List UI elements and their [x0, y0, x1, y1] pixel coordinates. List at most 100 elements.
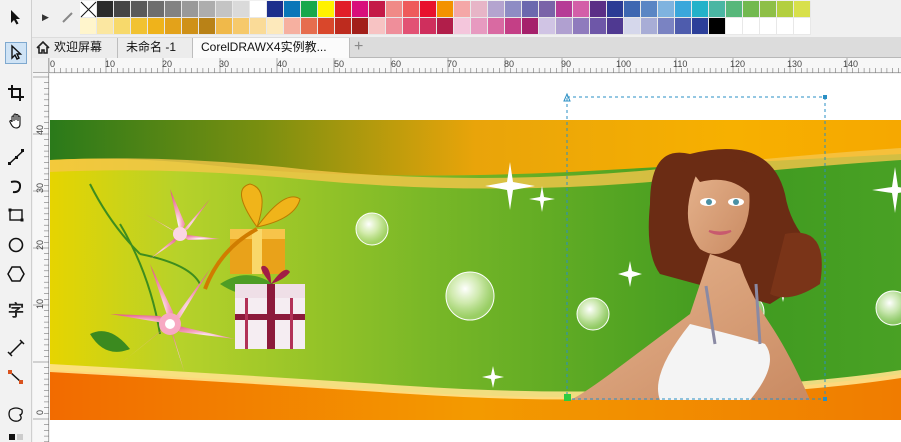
palette-scroll-icon[interactable]: ▶ [42, 12, 49, 23]
color-swatch[interactable] [437, 18, 454, 35]
color-swatch[interactable] [624, 1, 641, 18]
color-swatch[interactable] [471, 1, 488, 18]
color-swatch[interactable] [318, 1, 335, 18]
freehand-tool-icon[interactable] [5, 146, 27, 168]
color-swatch[interactable] [505, 1, 522, 18]
selection-node[interactable] [564, 394, 571, 401]
color-swatch[interactable] [590, 18, 607, 35]
selection-handle[interactable] [823, 95, 827, 99]
color-swatch[interactable] [97, 18, 114, 35]
color-swatch[interactable] [641, 18, 658, 35]
horizontal-ruler[interactable]: 0 10 20 30 40 50 60 70 80 90 100 110 120… [49, 58, 901, 73]
color-swatch[interactable] [539, 18, 556, 35]
color-swatch[interactable] [454, 1, 471, 18]
color-swatch[interactable] [675, 18, 692, 35]
color-swatch[interactable] [760, 1, 777, 18]
pan-tool-icon[interactable] [5, 110, 27, 132]
tab-document[interactable]: CorelDRAWX4实例教... [193, 38, 350, 58]
color-swatch[interactable] [250, 18, 267, 35]
color-swatch[interactable] [335, 18, 352, 35]
color-swatch[interactable] [692, 1, 709, 18]
color-swatch[interactable] [148, 1, 165, 18]
pick-tool-icon[interactable] [5, 6, 27, 28]
color-swatch[interactable] [522, 18, 539, 35]
color-swatch[interactable] [556, 18, 573, 35]
color-swatch[interactable] [403, 1, 420, 18]
ellipse-tool-icon[interactable] [5, 234, 27, 256]
color-swatch[interactable] [318, 18, 335, 35]
color-swatch[interactable] [335, 1, 352, 18]
color-swatch[interactable] [743, 1, 760, 18]
color-swatch[interactable] [590, 1, 607, 18]
color-swatch[interactable] [522, 1, 539, 18]
color-swatch[interactable] [250, 1, 267, 18]
color-swatch[interactable] [352, 1, 369, 18]
no-fill-swatch[interactable] [80, 1, 97, 18]
color-swatch[interactable] [573, 1, 590, 18]
color-swatch[interactable] [148, 18, 165, 35]
tab-welcome[interactable]: 欢迎屏幕 [32, 38, 118, 58]
color-swatch[interactable] [267, 18, 284, 35]
color-swatch[interactable] [692, 18, 709, 35]
color-swatch[interactable] [420, 1, 437, 18]
color-swatch[interactable] [352, 18, 369, 35]
color-swatch[interactable] [216, 1, 233, 18]
color-swatch[interactable] [607, 1, 624, 18]
color-swatch[interactable] [539, 1, 556, 18]
smart-drawing-tool-icon[interactable] [5, 176, 27, 198]
color-swatch[interactable] [199, 1, 216, 18]
color-swatch[interactable] [726, 18, 743, 35]
color-swatch[interactable] [403, 18, 420, 35]
color-swatch[interactable] [777, 1, 794, 18]
color-swatch[interactable] [267, 1, 284, 18]
crop-tool-icon[interactable] [5, 82, 27, 104]
selection-handle[interactable] [823, 397, 827, 401]
color-swatch[interactable] [743, 18, 760, 35]
eyedropper-icon[interactable] [60, 9, 76, 25]
color-swatch[interactable] [488, 18, 505, 35]
color-swatch[interactable] [454, 18, 471, 35]
color-swatch[interactable] [658, 1, 675, 18]
color-swatch[interactable] [556, 1, 573, 18]
color-swatch[interactable] [301, 1, 318, 18]
add-tab-icon[interactable]: + [354, 39, 368, 55]
color-swatch[interactable] [199, 18, 216, 35]
color-swatch[interactable] [233, 18, 250, 35]
color-swatch[interactable] [386, 18, 403, 35]
color-swatch[interactable] [284, 18, 301, 35]
parallel-dimension-icon[interactable] [5, 337, 27, 359]
color-swatch[interactable] [505, 18, 522, 35]
color-swatch[interactable] [471, 18, 488, 35]
color-swatch[interactable] [386, 1, 403, 18]
color-swatch[interactable] [573, 18, 590, 35]
color-swatch[interactable] [131, 18, 148, 35]
rectangle-tool-icon[interactable] [5, 204, 27, 226]
color-swatch[interactable] [301, 18, 318, 35]
color-swatch[interactable] [165, 1, 182, 18]
color-swatch[interactable] [165, 18, 182, 35]
color-swatch[interactable] [794, 1, 811, 18]
polygon-tool-icon[interactable] [5, 263, 27, 285]
color-swatch[interactable] [675, 1, 692, 18]
color-swatch[interactable] [131, 1, 148, 18]
color-swatch[interactable] [216, 18, 233, 35]
color-swatch[interactable] [709, 18, 726, 35]
color-swatch[interactable] [726, 1, 743, 18]
banner-artwork[interactable] [50, 74, 901, 442]
color-swatch[interactable] [777, 18, 794, 35]
color-swatch[interactable] [182, 18, 199, 35]
color-swatch[interactable] [794, 18, 811, 35]
text-tool-icon[interactable]: 字 [5, 298, 27, 320]
color-swatch[interactable] [641, 1, 658, 18]
color-swatch[interactable] [114, 18, 131, 35]
color-swatch[interactable] [709, 1, 726, 18]
transparency-icon[interactable] [5, 430, 27, 442]
color-swatch[interactable] [624, 18, 641, 35]
vertical-ruler[interactable]: 40 30 20 10 0 [33, 73, 49, 442]
color-swatch[interactable] [80, 18, 97, 35]
color-swatch[interactable] [97, 1, 114, 18]
tab-untitled[interactable]: 未命名 -1 [118, 38, 193, 58]
color-swatch[interactable] [420, 18, 437, 35]
color-swatch[interactable] [658, 18, 675, 35]
color-swatch[interactable] [760, 18, 777, 35]
